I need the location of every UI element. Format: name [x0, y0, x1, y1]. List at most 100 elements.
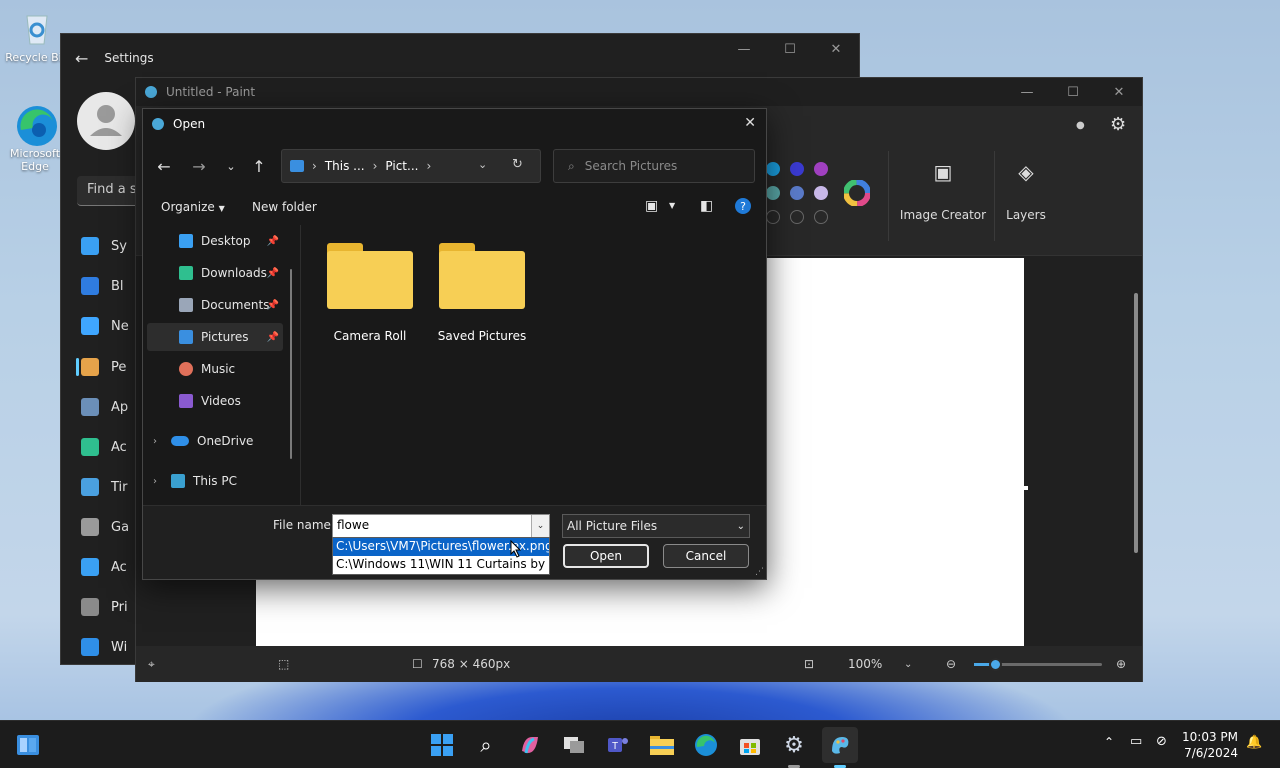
navigation-toolbar: ← → ⌄ ↑ › This ... › Pict... › ⌄ ↻ ⌕ Sea… — [143, 139, 766, 191]
new-folder-button[interactable]: New folder — [252, 200, 317, 214]
notification-bell-icon[interactable]: 🔔 — [1246, 735, 1262, 750]
zoom-out-icon[interactable]: ⊖ — [946, 657, 956, 671]
file-explorer-icon[interactable] — [646, 729, 678, 761]
canvas-resize-handle[interactable] — [1024, 486, 1028, 490]
breadcrumb-this-pc[interactable]: This ... — [325, 159, 365, 173]
gear-icon[interactable]: ⚙ — [1110, 114, 1126, 135]
sidebar-item-documents[interactable]: Documents 📌 — [147, 291, 283, 319]
organize-button[interactable]: Organize ▼ — [161, 200, 225, 214]
back-arrow-icon[interactable]: ← — [75, 49, 88, 68]
empty-swatch[interactable] — [790, 210, 804, 224]
copilot-icon[interactable] — [514, 729, 546, 761]
edge-icon[interactable] — [690, 729, 722, 761]
teams-icon[interactable]: T — [602, 729, 634, 761]
avatar — [77, 92, 135, 150]
maximize-button[interactable]: ☐ — [1050, 78, 1096, 106]
open-button[interactable]: Open — [563, 544, 649, 568]
color-swatch[interactable] — [814, 186, 828, 200]
search-pictures-input[interactable]: ⌕ Search Pictures — [553, 149, 755, 183]
network-icon[interactable]: ▭ — [1130, 734, 1142, 749]
windows-start-icon[interactable] — [426, 729, 458, 761]
sidebar-item-music[interactable]: Music — [147, 355, 283, 383]
color-swatch[interactable] — [766, 186, 780, 200]
folder-camera-roll[interactable]: Camera Roll — [320, 243, 420, 343]
color-swatch[interactable] — [814, 162, 828, 176]
paint-status-bar: ⌖ ⬚ ☐ 768 × 460px ⊡ 100% ⌄ ⊖ ⊕ — [136, 646, 1142, 682]
zoom-slider[interactable] — [974, 658, 1102, 671]
empty-swatch[interactable] — [766, 210, 780, 224]
svg-text:T: T — [612, 741, 618, 752]
sidebar-item-desktop[interactable]: Desktop 📌 — [147, 227, 283, 255]
color-swatch[interactable] — [790, 186, 804, 200]
search-icon: ⌕ — [568, 158, 575, 173]
sidebar-item-downloads[interactable]: Downloads 📌 — [147, 259, 283, 287]
widgets-icon[interactable] — [12, 729, 44, 761]
empty-swatch[interactable] — [814, 210, 828, 224]
help-icon[interactable]: ? — [735, 198, 751, 214]
task-view-icon[interactable] — [558, 729, 590, 761]
back-arrow-icon[interactable]: ← — [149, 151, 179, 181]
paint-icon[interactable] — [822, 727, 858, 763]
folder-icon — [327, 243, 413, 311]
sidebar-item-videos[interactable]: Videos — [147, 387, 283, 415]
dialog-title: Open — [173, 117, 206, 131]
navigation-pane-scrollbar[interactable] — [290, 269, 292, 459]
close-button[interactable]: ✕ — [1096, 78, 1142, 106]
nav-selection-indicator — [76, 358, 79, 376]
clock-time: 10:03 PM — [1182, 730, 1238, 744]
view-options-chevron-icon[interactable]: ▼ — [669, 201, 675, 210]
change-view-icon[interactable]: ▣ — [645, 198, 658, 214]
bluetooth-icon — [81, 277, 99, 295]
monitor-icon — [171, 474, 185, 488]
forward-arrow-icon[interactable]: → — [184, 151, 214, 181]
windows-update-icon — [81, 638, 99, 656]
settings-gear-icon[interactable]: ⚙ — [778, 729, 810, 761]
resize-grip-icon[interactable]: ⋰ — [755, 567, 764, 577]
color-wheel-icon[interactable] — [844, 180, 870, 206]
expand-chevron-icon[interactable]: › — [153, 476, 157, 487]
accounts-icon — [81, 438, 99, 456]
breadcrumb-pictures[interactable]: Pict... — [385, 159, 418, 173]
refresh-icon[interactable]: ↻ — [512, 157, 523, 172]
maximize-button[interactable]: ☐ — [767, 34, 813, 64]
cancel-button[interactable]: Cancel — [663, 544, 749, 568]
preview-pane-icon[interactable]: ◧ — [700, 198, 713, 214]
sidebar-item-this-pc[interactable]: › This PC — [147, 467, 283, 495]
address-dropdown-icon[interactable]: ⌄ — [478, 158, 487, 171]
minimize-button[interactable]: — — [1004, 78, 1050, 106]
chevron-down-icon[interactable]: ⌄ — [531, 515, 549, 537]
microsoft-store-icon[interactable] — [734, 729, 766, 761]
up-arrow-icon[interactable]: ↑ — [244, 151, 274, 181]
chevron-down-icon[interactable]: ⌄ — [904, 659, 912, 670]
color-swatch[interactable] — [766, 162, 780, 176]
search-icon[interactable]: ⌕ — [470, 729, 502, 761]
paint-app-icon — [144, 85, 158, 99]
close-button[interactable]: ✕ — [813, 34, 859, 64]
layers-button[interactable]: ◈ Layers — [998, 160, 1054, 222]
downloads-folder-icon — [179, 266, 193, 280]
vertical-scrollbar[interactable] — [1134, 263, 1138, 633]
autocomplete-item[interactable]: C:\Windows 11\WIN 11 Curtains by VIN 1 — [333, 556, 549, 574]
expand-chevron-icon[interactable]: › — [153, 436, 157, 447]
system-icon — [81, 237, 99, 255]
clock[interactable]: 10:03 PM 7/6/2024 — [1182, 729, 1238, 761]
recent-locations-chevron-icon[interactable]: ⌄ — [216, 151, 246, 181]
account-icon[interactable]: ● — [1076, 120, 1085, 131]
file-type-select[interactable]: All Picture Files ⌄ — [562, 514, 750, 538]
close-button[interactable]: ✕ — [744, 115, 756, 131]
cursor-position-icon: ⌖ — [148, 656, 155, 671]
show-hidden-icons-chevron-icon[interactable]: ⌃ — [1104, 735, 1114, 749]
sidebar-item-onedrive[interactable]: › OneDrive — [147, 427, 283, 455]
volume-muted-icon[interactable]: ⊘ — [1156, 734, 1167, 749]
folder-saved-pictures[interactable]: Saved Pictures — [432, 243, 532, 343]
color-swatch[interactable] — [790, 162, 804, 176]
image-creator-button[interactable]: ▣ Image Creator — [898, 160, 988, 222]
file-name-input[interactable]: flowe ⌄ — [332, 514, 550, 538]
address-bar[interactable]: › This ... › Pict... › ⌄ ↻ — [281, 149, 541, 183]
minimize-button[interactable]: — — [721, 34, 767, 64]
taskbar: ⌕ T ⚙ ⌃ ▭ ⊘ 10:03 PM 7/6/2024 🔔 — [0, 720, 1280, 768]
fit-to-window-icon[interactable]: ⊡ — [804, 657, 814, 671]
sidebar-item-pictures[interactable]: Pictures 📌 — [147, 323, 283, 351]
zoom-level-select[interactable]: 100% — [848, 657, 882, 671]
zoom-in-icon[interactable]: ⊕ — [1116, 657, 1126, 671]
